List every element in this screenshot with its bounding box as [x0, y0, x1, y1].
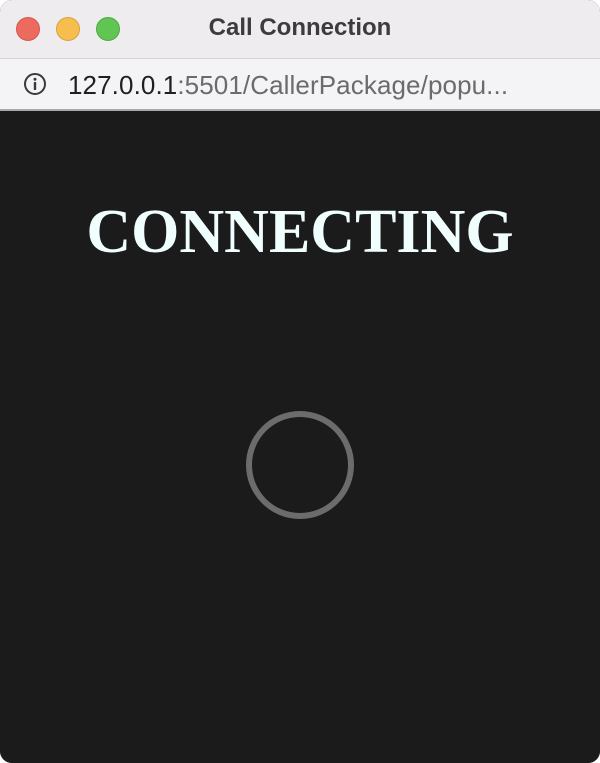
info-circle-icon[interactable]	[23, 72, 47, 96]
close-window-button[interactable]	[16, 17, 40, 41]
loading-spinner-icon	[246, 411, 354, 519]
url-host: 127.0.0.1	[68, 70, 178, 100]
minimize-window-button[interactable]	[56, 17, 80, 41]
connecting-heading: CONNECTING	[86, 198, 514, 266]
window-title: Call Connection	[208, 14, 392, 41]
page-content: CONNECTING	[0, 113, 600, 763]
url-text[interactable]: 127.0.0.1:5501/CallerPackage/popu...	[68, 59, 508, 109]
address-bar[interactable]: 127.0.0.1:5501/CallerPackage/popu...	[0, 58, 600, 111]
zoom-window-button[interactable]	[96, 17, 120, 41]
browser-window: Call Connection 127.0.0.1:5501/CallerPac…	[0, 0, 600, 763]
title-bar[interactable]: Call Connection	[0, 0, 600, 58]
url-path: :5501/CallerPackage/popu...	[177, 70, 509, 100]
